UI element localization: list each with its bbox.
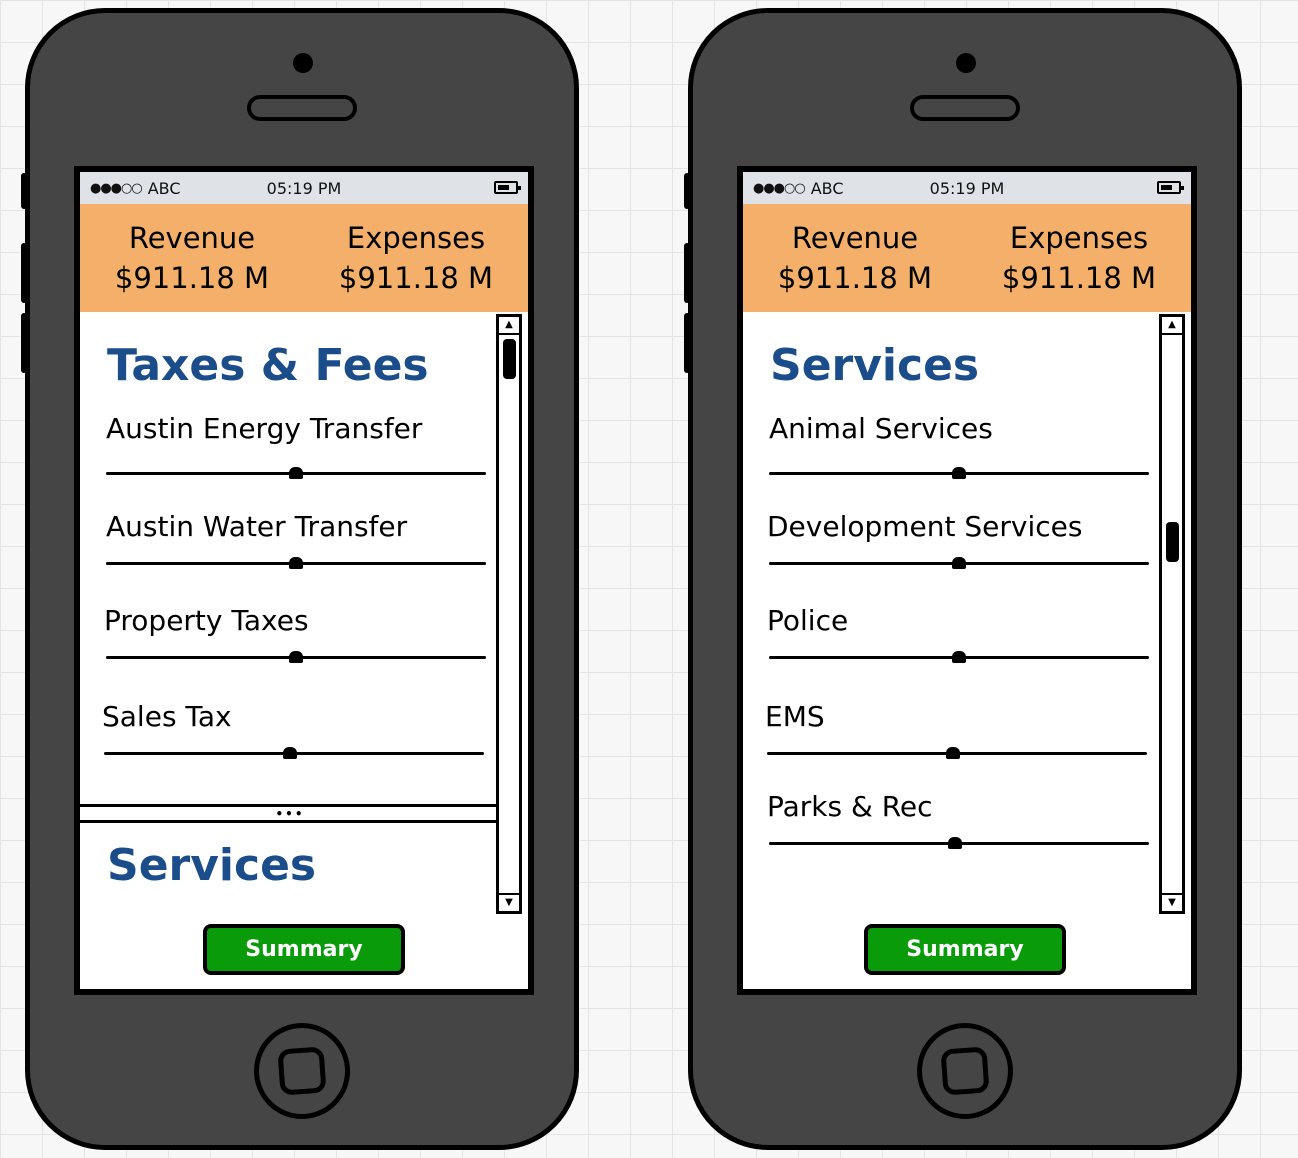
volume-up-button xyxy=(21,243,27,303)
carrier-name: ABC xyxy=(147,178,181,198)
slider-sales-tax[interactable] xyxy=(104,747,484,761)
screen: ●●●○○ ABC 05:19 PM Revenue $911.18 M Exp… xyxy=(74,166,534,995)
slider-police[interactable] xyxy=(769,651,1149,665)
item-label: Police xyxy=(767,604,849,637)
slider-thumb[interactable] xyxy=(289,651,303,663)
volume-down-button xyxy=(684,313,690,373)
expenses-total: Expenses $911.18 M xyxy=(967,204,1191,312)
slider-thumb[interactable] xyxy=(283,747,298,759)
phone-right: ●●●○○ ABC 05:19 PM Revenue $911.18 M Exp… xyxy=(684,8,1242,1150)
home-button[interactable] xyxy=(917,1023,1013,1119)
arrow-up-icon[interactable]: ▲ xyxy=(1162,317,1182,335)
slider-animal-services[interactable] xyxy=(769,467,1149,481)
speaker-grille xyxy=(910,95,1020,121)
status-bar: ●●●○○ ABC 05:19 PM xyxy=(80,172,528,204)
item-label: Animal Services xyxy=(769,412,993,445)
scrollbar[interactable]: ▲ ▼ xyxy=(496,314,522,914)
item-label: Austin Water Transfer xyxy=(106,510,408,543)
totals-header: Revenue $911.18 M Expenses $911.18 M xyxy=(80,204,528,312)
revenue-value: $911.18 M xyxy=(114,261,270,295)
revenue-total: Revenue $911.18 M xyxy=(80,204,304,312)
section-divider[interactable]: ••• xyxy=(80,804,500,823)
slider-thumb[interactable] xyxy=(946,747,961,759)
volume-down-button xyxy=(21,313,27,373)
expenses-label: Expenses xyxy=(346,221,486,255)
slider-austin-energy-transfer[interactable] xyxy=(106,467,486,481)
battery-icon xyxy=(1157,181,1184,194)
camera-icon xyxy=(293,53,313,73)
screen: ●●●○○ ABC 05:19 PM Revenue $911.18 M Exp… xyxy=(737,166,1197,995)
home-button[interactable] xyxy=(254,1023,350,1119)
expenses-value: $911.18 M xyxy=(1001,261,1157,295)
slider-thumb[interactable] xyxy=(948,837,963,849)
scroll-content: Services Animal Services Development Ser… xyxy=(743,312,1163,912)
slider-parks-rec[interactable] xyxy=(769,837,1149,851)
home-square-icon xyxy=(277,1046,327,1096)
scrollbar-thumb[interactable] xyxy=(1166,522,1179,562)
summary-button[interactable]: Summary xyxy=(864,924,1066,975)
camera-icon xyxy=(956,53,976,73)
item-label: EMS xyxy=(765,700,825,733)
expenses-value: $911.18 M xyxy=(338,261,494,295)
totals-header: Revenue $911.18 M Expenses $911.18 M xyxy=(743,204,1191,312)
slider-property-taxes[interactable] xyxy=(106,651,486,665)
signal-icon: ●●●○○ xyxy=(90,180,143,196)
mute-switch xyxy=(21,173,27,209)
expenses-label: Expenses xyxy=(1009,221,1149,255)
scrollbar[interactable]: ▲ ▼ xyxy=(1159,314,1185,914)
item-label: Sales Tax xyxy=(102,700,232,733)
slider-development-services[interactable] xyxy=(769,557,1149,571)
slider-thumb[interactable] xyxy=(289,467,303,479)
slider-thumb[interactable] xyxy=(952,557,966,569)
battery-icon xyxy=(494,181,521,194)
signal-icon: ●●●○○ xyxy=(753,180,806,196)
revenue-label: Revenue xyxy=(791,221,919,255)
speaker-grille xyxy=(247,95,357,121)
item-label: Austin Energy Transfer xyxy=(106,412,423,445)
mute-switch xyxy=(684,173,690,209)
scrollbar-thumb[interactable] xyxy=(503,339,516,379)
section-title: Taxes & Fees xyxy=(107,340,429,391)
slider-thumb[interactable] xyxy=(289,557,303,569)
revenue-total: Revenue $911.18 M xyxy=(743,204,967,312)
status-bar: ●●●○○ ABC 05:19 PM xyxy=(743,172,1191,204)
item-label: Parks & Rec xyxy=(767,790,933,823)
expenses-total: Expenses $911.18 M xyxy=(304,204,528,312)
revenue-label: Revenue xyxy=(128,221,256,255)
item-label: Development Services xyxy=(767,510,1083,543)
arrow-up-icon[interactable]: ▲ xyxy=(499,317,519,335)
arrow-down-icon[interactable]: ▼ xyxy=(1162,893,1182,911)
item-label: Property Taxes xyxy=(104,604,309,637)
slider-thumb[interactable] xyxy=(952,651,966,663)
more-dots-icon: ••• xyxy=(275,806,305,821)
volume-up-button xyxy=(684,243,690,303)
phone-left: ●●●○○ ABC 05:19 PM Revenue $911.18 M Exp… xyxy=(21,8,579,1150)
next-section-title[interactable]: Services xyxy=(107,840,316,891)
summary-button[interactable]: Summary xyxy=(203,924,405,975)
slider-austin-water-transfer[interactable] xyxy=(106,557,486,571)
section-title: Services xyxy=(770,340,980,391)
revenue-value: $911.18 M xyxy=(777,261,933,295)
slider-ems[interactable] xyxy=(767,747,1147,761)
scroll-content: Taxes & Fees Austin Energy Transfer Aust… xyxy=(80,312,500,912)
arrow-down-icon[interactable]: ▼ xyxy=(499,893,519,911)
carrier-name: ABC xyxy=(810,178,844,198)
home-square-icon xyxy=(940,1046,990,1096)
slider-thumb[interactable] xyxy=(952,467,966,479)
